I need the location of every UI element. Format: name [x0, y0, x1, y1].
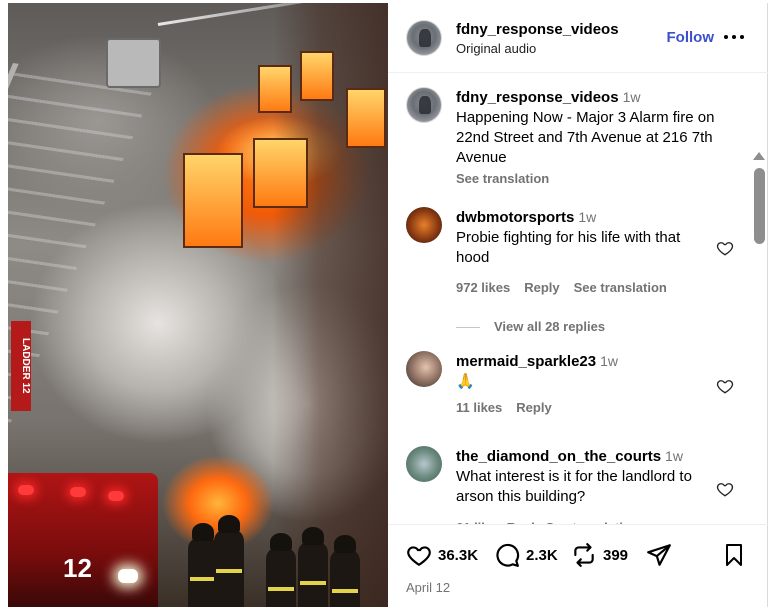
firefighter	[214, 515, 244, 607]
post-photo[interactable]: 12 LADDER 12	[8, 3, 388, 607]
comment-text: 🙏	[456, 373, 475, 390]
comment-count: 2.3K	[526, 546, 558, 564]
caption-time: 1w	[622, 89, 641, 105]
post-date[interactable]: April 12	[406, 580, 450, 595]
comment-text: What interest is it for the landlord to …	[456, 468, 692, 505]
fire-truck: 12	[8, 473, 158, 607]
save-icon[interactable]	[722, 542, 746, 568]
comment-reply-button[interactable]: Reply	[524, 280, 559, 295]
view-replies-link[interactable]: View all 28 replies	[456, 319, 605, 334]
truck-number: 12	[63, 553, 92, 583]
post-actions-bar: 36.3K 2.3K 399 April 12	[388, 524, 768, 607]
comment-likes[interactable]: 11 likes	[456, 400, 502, 415]
scroll-up-arrow-icon[interactable]	[753, 152, 765, 160]
comment-text: Probie fighting for his life with that h…	[456, 229, 681, 266]
comment-icon[interactable]	[494, 542, 520, 568]
audio-label[interactable]: Original audio	[456, 41, 536, 56]
repost-button[interactable]: 399	[571, 542, 628, 568]
burning-window	[300, 51, 334, 101]
comments-scrollbar[interactable]	[750, 152, 768, 524]
commenter-avatar[interactable]	[406, 446, 442, 482]
post-side-panel: fdny_response_videos Original audio Foll…	[388, 3, 768, 607]
comment-likes[interactable]: 972 likes	[456, 280, 510, 295]
comment-meta: 11 likes Reply	[456, 400, 716, 415]
comment-time: 1w	[600, 353, 618, 369]
burning-window	[183, 153, 243, 248]
comment-username[interactable]: the_diamond_on_the_courts	[456, 448, 661, 465]
aerial-ladder	[8, 63, 156, 510]
commenter-avatar[interactable]	[406, 207, 442, 243]
comment-button[interactable]: 2.3K	[494, 542, 558, 568]
ladder-bucket	[106, 38, 161, 88]
save-button[interactable]	[722, 542, 746, 568]
caption-see-translation[interactable]: See translation	[456, 171, 716, 186]
share-icon[interactable]	[646, 542, 672, 568]
post-header: fdny_response_videos Original audio Foll…	[388, 3, 768, 73]
comment-time: 1w	[578, 209, 597, 225]
author-username[interactable]: fdny_response_videos	[456, 21, 619, 38]
comment-username[interactable]: dwbmotorsports	[456, 209, 574, 226]
burning-window	[258, 65, 292, 113]
comment-time: 1w	[665, 448, 683, 464]
firefighter	[298, 527, 328, 607]
share-button[interactable]	[646, 542, 672, 568]
caption-username[interactable]: fdny_response_videos	[456, 89, 619, 106]
comment-reply-button[interactable]: Reply	[516, 400, 551, 415]
comments-list[interactable]: fdny_response_videos 1w Happening Now - M…	[388, 74, 768, 524]
comment-username[interactable]: mermaid_sparkle23	[456, 353, 596, 370]
heart-icon[interactable]	[716, 377, 734, 395]
emergency-light	[70, 487, 86, 497]
burning-window	[346, 88, 386, 148]
heart-icon[interactable]	[716, 480, 734, 498]
follow-button[interactable]: Follow	[667, 29, 715, 46]
firefighter	[330, 535, 360, 607]
emergency-light	[18, 485, 34, 495]
like-button[interactable]: 36.3K	[406, 542, 478, 568]
commenter-avatar[interactable]	[406, 351, 442, 387]
repost-count: 399	[603, 546, 629, 564]
more-icon[interactable]	[724, 27, 744, 47]
headlight	[118, 569, 138, 583]
truck-side-label: LADDER 12	[11, 321, 31, 411]
heart-icon[interactable]	[406, 542, 432, 568]
comment-see-translation[interactable]: See translation	[574, 280, 667, 295]
scrollbar-thumb[interactable]	[754, 168, 765, 244]
comment-meta: 972 likes Reply See translation	[456, 280, 716, 295]
burning-window	[253, 138, 308, 208]
emergency-light	[108, 491, 124, 501]
author-avatar[interactable]	[406, 20, 442, 56]
repost-icon[interactable]	[571, 542, 597, 568]
caption-avatar[interactable]	[406, 87, 442, 123]
heart-icon[interactable]	[716, 239, 734, 257]
caption-text: Happening Now - Major 3 Alarm fire on 22…	[456, 109, 715, 166]
firefighter	[266, 533, 296, 607]
like-count: 36.3K	[438, 546, 479, 564]
